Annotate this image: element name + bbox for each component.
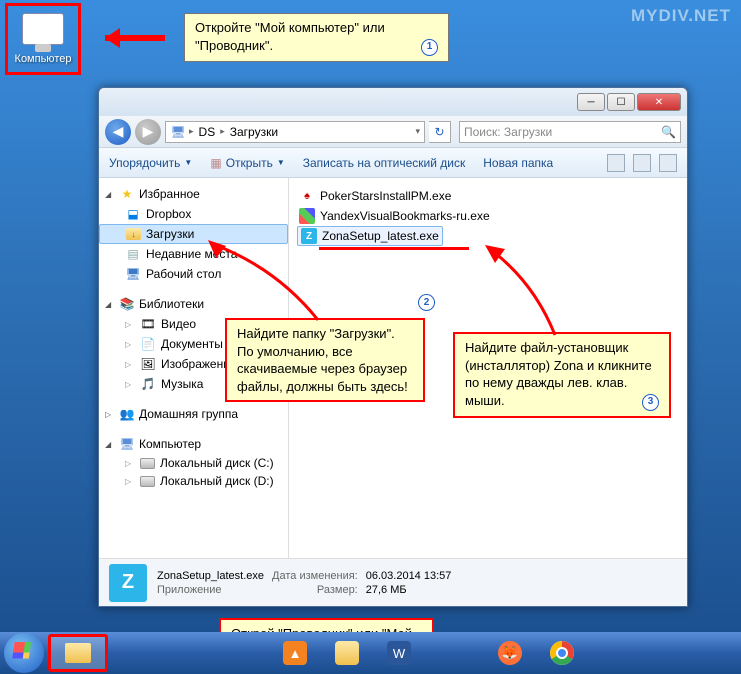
breadcrumb-sep: ▸ xyxy=(220,126,225,137)
desktop-computer-label: Компьютер xyxy=(15,53,72,65)
breadcrumb-seg-ds[interactable]: DS xyxy=(197,125,218,139)
red-underline xyxy=(319,247,469,250)
music-icon: 🎵 xyxy=(140,376,156,392)
search-icon: 🔍 xyxy=(661,125,676,139)
minimize-button[interactable]: ─ xyxy=(577,93,605,111)
view-options xyxy=(607,154,677,172)
vlc-icon: ▲ xyxy=(283,641,307,665)
documents-icon: 📄 xyxy=(140,336,156,352)
drive-icon xyxy=(140,476,155,487)
help-button[interactable] xyxy=(659,154,677,172)
firefox-icon: 🦊 xyxy=(498,641,522,665)
file-name: YandexVisualBookmarks-ru.exe xyxy=(320,209,490,223)
breadcrumb-sep: ▸ xyxy=(189,126,194,137)
callout-badge-2: 2 xyxy=(418,294,435,311)
homegroup-icon: 👥 xyxy=(119,406,135,422)
callout-3-text: Найдите файл-установщик (инсталлятор) Zo… xyxy=(465,340,652,408)
breadcrumb-pc-icon: 🖥 xyxy=(170,124,186,140)
taskbar-explorer[interactable] xyxy=(48,634,108,672)
desktop-icon: 🖥 xyxy=(125,266,141,282)
status-filetype: Приложение xyxy=(157,584,264,596)
file-row[interactable]: YandexVisualBookmarks-ru.exe xyxy=(297,206,679,226)
sidebar-item-dropbox[interactable]: ⬓Dropbox xyxy=(99,204,288,224)
status-date-value: 06.03.2014 13:57 xyxy=(366,570,452,582)
arrow-1 xyxy=(95,30,175,50)
burn-button[interactable]: Записать на оптический диск xyxy=(303,156,466,170)
word-icon: W xyxy=(387,641,411,665)
file-name: ZonaSetup_latest.exe xyxy=(322,229,439,243)
close-button[interactable]: ✕ xyxy=(637,93,681,111)
chrome-icon xyxy=(550,641,574,665)
start-button[interactable] xyxy=(4,633,44,673)
callout-2-text: Найдите папку "Загрузки". По умолчанию, … xyxy=(237,326,408,394)
callout-badge-3: 3 xyxy=(642,394,659,411)
folder-icon xyxy=(65,643,91,663)
status-bar: Z ZonaSetup_latest.exe Дата изменения: 0… xyxy=(99,558,687,606)
breadcrumb-seg-downloads[interactable]: Загрузки xyxy=(228,125,280,139)
navbar: ◀ ▶ 🖥 ▸ DS ▸ Загрузки ▾ ↻ Поиск: Загрузк… xyxy=(99,116,687,148)
explorer-icon xyxy=(335,641,359,665)
callout-1-text: Откройте "Мой компьютер" или "Проводник"… xyxy=(195,20,385,53)
view-mode-button[interactable] xyxy=(607,154,625,172)
organize-button[interactable]: Упорядочить▼ xyxy=(109,156,192,170)
sidebar-item-disk-d[interactable]: ▷Локальный диск (D:) xyxy=(99,472,288,490)
taskbar-vlc[interactable]: ▲ xyxy=(271,636,319,670)
sidebar-libraries[interactable]: ◢📚Библиотеки xyxy=(99,294,288,314)
open-button[interactable]: ▦Открыть▼ xyxy=(210,156,284,170)
callout-badge-1: 1 xyxy=(421,39,438,56)
libraries-icon: 📚 xyxy=(119,296,135,312)
breadcrumb-dropdown-icon[interactable]: ▾ xyxy=(415,126,420,137)
sidebar-item-disk-c[interactable]: ▷Локальный диск (C:) xyxy=(99,454,288,472)
star-icon: ★ xyxy=(119,186,135,202)
new-folder-button[interactable]: Новая папка xyxy=(483,156,553,170)
sidebar-item-downloads[interactable]: Загрузки xyxy=(99,224,288,244)
exe-icon xyxy=(299,208,315,224)
preview-pane-button[interactable] xyxy=(633,154,651,172)
taskbar-word[interactable]: W xyxy=(375,636,423,670)
sidebar-item-recent[interactable]: ▤Недавние места xyxy=(99,244,288,264)
search-box[interactable]: Поиск: Загрузки 🔍 xyxy=(459,121,681,143)
sidebar-item-desktop[interactable]: 🖥Рабочий стол xyxy=(99,264,288,284)
status-size-label: Размер: xyxy=(272,584,358,596)
maximize-button[interactable]: ☐ xyxy=(607,93,635,111)
file-row-selected[interactable]: Z ZonaSetup_latest.exe xyxy=(297,226,443,246)
zona-icon: Z xyxy=(301,228,317,244)
desktop-computer-icon[interactable]: Компьютер xyxy=(5,3,81,75)
titlebar: ─ ☐ ✕ xyxy=(99,88,687,116)
dropbox-icon: ⬓ xyxy=(125,206,141,222)
selected-file-icon: Z xyxy=(109,564,147,602)
sidebar-favorites[interactable]: ◢★Избранное xyxy=(99,184,288,204)
computer-icon: 🖥 xyxy=(119,436,135,452)
pictures-icon: 🖼 xyxy=(140,356,156,372)
drive-icon xyxy=(140,458,155,469)
toolbar: Упорядочить▼ ▦Открыть▼ Записать на оптич… xyxy=(99,148,687,178)
taskbar-chrome[interactable] xyxy=(538,636,586,670)
sidebar-homegroup[interactable]: ▷👥Домашняя группа xyxy=(99,404,288,424)
watermark: MYDIV.NET xyxy=(631,6,731,26)
back-button[interactable]: ◀ xyxy=(105,119,131,145)
status-size-value: 27,6 МБ xyxy=(366,584,452,596)
exe-icon: ♠ xyxy=(299,188,315,204)
status-filename: ZonaSetup_latest.exe xyxy=(157,570,264,582)
callout-3: Найдите файл-установщик (инсталлятор) Zo… xyxy=(453,332,671,418)
monitor-icon xyxy=(22,13,64,45)
callout-2: Найдите папку "Загрузки". По умолчанию, … xyxy=(225,318,425,402)
taskbar: ▲ W 🦊 xyxy=(0,632,741,674)
refresh-button[interactable]: ↻ xyxy=(429,121,451,143)
sidebar-computer[interactable]: ◢🖥Компьютер xyxy=(99,434,288,454)
file-row[interactable]: ♠ PokerStarsInstallPM.exe xyxy=(297,186,679,206)
breadcrumb[interactable]: 🖥 ▸ DS ▸ Загрузки ▾ xyxy=(165,121,425,143)
callout-1: Откройте "Мой компьютер" или "Проводник"… xyxy=(184,13,449,62)
search-placeholder: Поиск: Загрузки xyxy=(464,125,552,139)
recent-icon: ▤ xyxy=(125,246,141,262)
video-icon: 🎞 xyxy=(140,316,156,332)
taskbar-firefox[interactable]: 🦊 xyxy=(486,636,534,670)
forward-button[interactable]: ▶ xyxy=(135,119,161,145)
taskbar-explorer-2[interactable] xyxy=(323,636,371,670)
downloads-folder-icon xyxy=(126,228,141,240)
file-name: PokerStarsInstallPM.exe xyxy=(320,189,451,203)
status-date-label: Дата изменения: xyxy=(272,570,358,582)
